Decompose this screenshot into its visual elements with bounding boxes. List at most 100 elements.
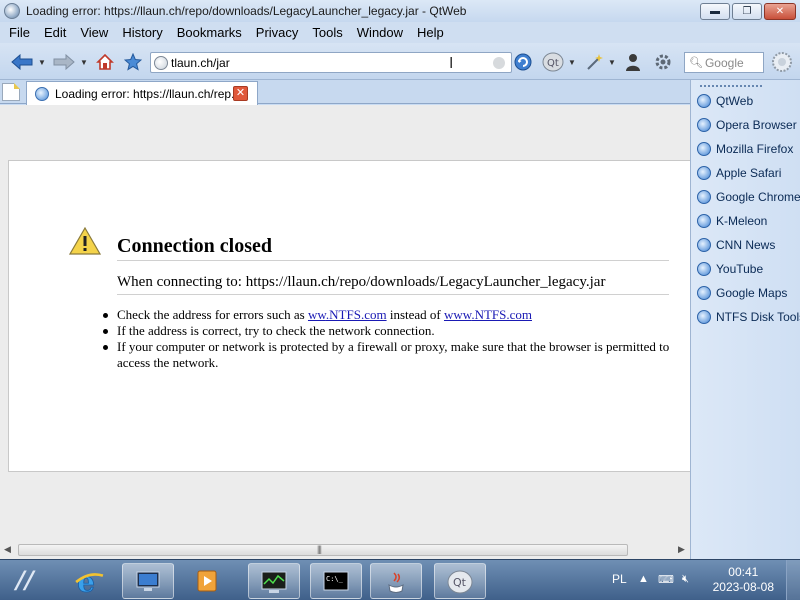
sidebar-item-cnn[interactable]: CNN News (697, 235, 797, 255)
sidebar-item-label: Mozilla Firefox (716, 142, 794, 156)
clock-time: 00:41 (728, 565, 759, 579)
wand-dropdown-icon[interactable]: ▼ (608, 58, 616, 67)
qt-menu-icon[interactable]: Qt (540, 51, 566, 73)
sidebar-item-ntfs[interactable]: NTFS Disk Tools (697, 307, 800, 327)
globe-icon (697, 94, 711, 108)
sidebar-item-label: Apple Safari (716, 166, 782, 180)
menu-bookmarks[interactable]: Bookmarks (170, 25, 249, 40)
menu-view[interactable]: View (73, 25, 115, 40)
qtweb-icon[interactable]: Qt (434, 563, 486, 599)
title-bar: Loading error: https://llaun.ch/repo/dow… (0, 0, 800, 22)
show-desktop-button[interactable] (786, 560, 800, 600)
keyboard-icon[interactable]: ⌨ (658, 573, 674, 586)
home-icon[interactable] (94, 52, 116, 72)
globe-icon (697, 262, 711, 276)
example-link-correct[interactable]: www.NTFS.com (444, 307, 532, 322)
menu-privacy[interactable]: Privacy (249, 25, 306, 40)
menu-tools[interactable]: Tools (305, 25, 349, 40)
tab-close-icon[interactable]: ✕ (233, 86, 248, 101)
search-input[interactable]: Google (705, 56, 744, 70)
refresh-icon[interactable] (512, 51, 534, 73)
volume-muted-icon[interactable]: 🔇︎ (682, 573, 689, 586)
address-input[interactable]: tlaun.ch/jar (171, 56, 230, 70)
menu-file[interactable]: File (2, 25, 37, 40)
clock-date: 2023-08-08 (712, 580, 774, 594)
list-item: If your computer or network is protected… (103, 339, 677, 371)
clock[interactable]: 00:41 2023-08-08 (713, 565, 774, 595)
media-player-icon[interactable] (182, 563, 234, 599)
link-domain: .NTFS.com (471, 307, 532, 322)
new-page-icon (14, 83, 20, 89)
scroll-right-icon[interactable]: ▶ (678, 544, 685, 555)
divider (117, 294, 669, 295)
show-hidden-icons-icon[interactable]: ▲ (638, 573, 649, 585)
list-item: If the address is correct, try to check … (103, 323, 677, 339)
task-manager-icon[interactable] (248, 563, 300, 599)
horizontal-scrollbar[interactable]: ◀ ||| ▶ (0, 541, 690, 559)
command-prompt-icon[interactable]: C:\_ (310, 563, 362, 599)
sidebar-item-youtube[interactable]: YouTube (697, 259, 797, 279)
back-dropdown-icon[interactable]: ▼ (38, 58, 46, 67)
sidebar-item-chrome[interactable]: Google Chrome (697, 187, 800, 207)
sidebar-item-label: QtWeb (716, 94, 754, 108)
sidebar-item-label: YouTube (716, 262, 764, 276)
tab-favicon-icon (35, 86, 49, 101)
suggestion-text: Check the address for errors such as (117, 307, 308, 322)
stop-loading-icon[interactable] (493, 57, 505, 69)
computer-icon[interactable] (122, 563, 174, 599)
globe-icon (697, 286, 711, 300)
svg-text:Qt: Qt (547, 58, 559, 69)
sidebar-item-label: CNN News (716, 238, 776, 252)
scrollbar-thumb[interactable]: ||| (18, 544, 628, 556)
internet-explorer-icon[interactable]: e (64, 563, 116, 599)
error-panel: Connection closed When connecting to: ht… (8, 160, 690, 472)
scroll-left-icon[interactable]: ◀ (4, 544, 11, 555)
sidebar-item-opera[interactable]: Opera Browser (697, 115, 797, 135)
compass-icon[interactable] (770, 50, 794, 74)
menu-edit[interactable]: Edit (37, 25, 73, 40)
link-domain: .NTFS.com (325, 307, 387, 322)
magic-wand-icon[interactable] (584, 51, 606, 73)
globe-icon (697, 238, 711, 252)
user-agent-icon[interactable] (622, 51, 644, 73)
globe-icon (697, 142, 711, 156)
forward-icon[interactable] (52, 53, 76, 71)
bookmark-star-icon[interactable] (122, 52, 144, 72)
error-title: Connection closed (117, 235, 272, 257)
sidebar-item-label: Google Chrome (716, 190, 800, 204)
sidebar-item-kmeleon[interactable]: K-Meleon (697, 211, 797, 231)
language-indicator[interactable]: PL (612, 572, 627, 586)
maximize-button[interactable]: ❐ (732, 2, 762, 20)
new-tab-button[interactable] (2, 83, 20, 101)
link-prefix: ww (307, 307, 326, 322)
globe-icon (697, 214, 711, 228)
minimize-button[interactable]: ▬ (700, 2, 730, 20)
java-icon[interactable] (370, 563, 422, 599)
start-button[interactable]: // (13, 566, 36, 594)
sidebar-grip[interactable] (699, 84, 763, 88)
search-box[interactable]: 🔍︎ Google (684, 52, 764, 73)
settings-icon[interactable] (652, 51, 674, 73)
back-icon[interactable] (10, 53, 34, 71)
error-suggestions-list: Check the address for errors such as ww.… (103, 307, 677, 371)
tab-bar: Loading error: https://llaun.ch/rep... ✕ (0, 80, 690, 105)
forward-dropdown-icon[interactable]: ▼ (80, 58, 88, 67)
address-bar[interactable]: tlaun.ch/jar I (150, 52, 512, 73)
sidebar-item-safari[interactable]: Apple Safari (697, 163, 797, 183)
menu-bar: File Edit View History Bookmarks Privacy… (0, 22, 800, 43)
window-controls: ▬ ❐ ✕ (700, 2, 796, 20)
bookmarks-sidebar: QtWeb Opera Browser Mozilla Firefox Appl… (690, 80, 800, 559)
qt-dropdown-icon[interactable]: ▼ (568, 58, 576, 67)
sidebar-item-label: NTFS Disk Tools (716, 310, 800, 324)
menu-help[interactable]: Help (410, 25, 451, 40)
sidebar-item-qtweb[interactable]: QtWeb (697, 91, 797, 111)
warning-icon (69, 227, 101, 255)
sidebar-item-google-maps[interactable]: Google Maps (697, 283, 797, 303)
close-button[interactable]: ✕ (764, 2, 796, 20)
sidebar-item-firefox[interactable]: Mozilla Firefox (697, 139, 797, 159)
tab-active[interactable]: Loading error: https://llaun.ch/rep... ✕ (26, 81, 258, 105)
qtweb-app-icon (4, 3, 20, 19)
menu-history[interactable]: History (115, 25, 169, 40)
menu-window[interactable]: Window (350, 25, 410, 40)
example-link-wrong[interactable]: ww.NTFS.com (308, 307, 387, 322)
